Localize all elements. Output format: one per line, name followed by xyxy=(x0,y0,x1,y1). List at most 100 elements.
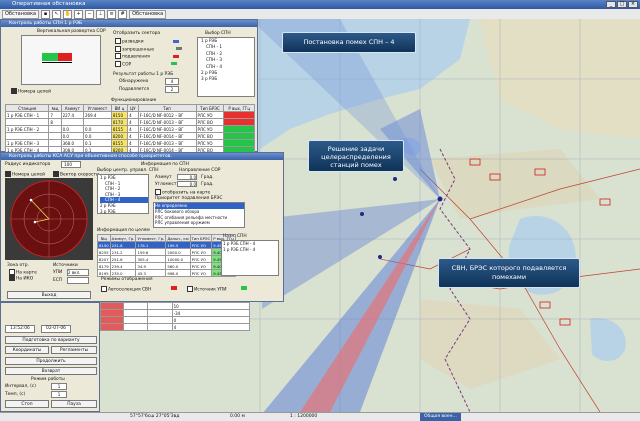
sor-diagram xyxy=(21,35,101,85)
table-row: 8150 251.8 178.1 199.5 РЛС УО 9.45 xyxy=(97,241,236,249)
radar-indicator[interactable] xyxy=(5,178,93,260)
mode-label: Режим работы xyxy=(31,377,65,382)
func-label: Функционирование xyxy=(111,98,157,103)
spn-select-title: Выбор СПН xyxy=(205,31,231,36)
upi-label: УПИ xyxy=(53,270,63,275)
legend-item: запрещенные xyxy=(122,47,155,52)
assign-list[interactable]: 1 р РЭБ СПН - 4 1 р РЭБ СПН - 4 xyxy=(221,240,279,276)
table-row: 4 xyxy=(100,323,251,331)
ruler-icon[interactable]: ⊥ xyxy=(96,9,106,19)
brs-priority-list[interactable]: Не определено РЛС бокового обзора РЛС ог… xyxy=(153,202,245,228)
elevation-label: Угломест xyxy=(155,182,177,187)
pointer-icon[interactable]: ↖ xyxy=(52,9,62,19)
panel-title: Контроль работы КСА АСУ при объективном … xyxy=(1,153,283,160)
spn-tree[interactable]: 1 р РЭБ СПН - 1 СПН - 2 СПН - 3 СПН - 4 … xyxy=(197,37,255,97)
spn-control-panel: Контроль работы СПН 1 р РЭБ Вертикальная… xyxy=(0,19,258,154)
ksa-control-panel: Контроль работы КСА АСУ при объективном … xyxy=(0,152,284,302)
auto-selection-checkbox[interactable]: Автоселекция СВН xyxy=(101,286,151,293)
hand-icon[interactable]: ✋ xyxy=(63,9,73,19)
source-upi-indicator xyxy=(241,286,247,290)
tempo-value[interactable]: 1 xyxy=(51,391,67,398)
iko-checkbox[interactable]: На ИКО xyxy=(9,275,33,282)
menu-obstanovka[interactable]: Обстановка xyxy=(2,9,40,19)
esp-value xyxy=(67,277,89,284)
radar-radius-select[interactable]: 100 xyxy=(61,161,81,168)
esp-label: ЕСП xyxy=(53,278,63,283)
list-item[interactable]: 1 р РЭБ СПН - 4 xyxy=(223,247,278,253)
coords-button[interactable]: Координаты xyxy=(5,346,49,354)
zone-label: Зона отр. xyxy=(7,263,29,268)
panel-title: Контроль работы СПН 1 р РЭБ xyxy=(1,20,257,27)
suppressed-value: 2 xyxy=(165,86,179,93)
result-title: Результат работы 1 р РЭБ xyxy=(113,72,174,77)
table-row: 10 xyxy=(100,302,251,310)
tree-node[interactable]: 3 р РЭБ xyxy=(100,209,148,215)
close-button[interactable]: × xyxy=(628,1,638,8)
zoom-out-icon[interactable]: − xyxy=(85,9,95,19)
table-row: 1 р РЭБ СПН - 2 0.0 0.0 8155 4 F-16C/D NF-001… xyxy=(4,125,255,133)
table-row: 8 8170 4 F-16C/D NF-0013 – ВГ РЛС ВО xyxy=(4,118,255,126)
callout-allocation-text: Решение задачи целераспределения станций… xyxy=(321,145,391,169)
minimize-button[interactable]: _ xyxy=(606,1,616,8)
return-button[interactable]: Возврат xyxy=(5,367,97,375)
window-title: Оперативная обстановка xyxy=(12,1,86,7)
azimuth-label: Азимут xyxy=(155,175,172,180)
legend-title: Отобразить сектора xyxy=(113,31,161,36)
azimuth-value: 0.0 xyxy=(177,174,197,180)
callout-target: СВН, БРЭС которого подавляется помехами xyxy=(438,258,580,288)
legend-item: СОР xyxy=(122,62,132,67)
save-icon[interactable]: ▪ xyxy=(41,9,51,19)
upi-value: 2 вкл. xyxy=(67,269,89,276)
callout-allocation: Решение задачи целераспределения станций… xyxy=(308,140,404,172)
table-row: 0 xyxy=(100,316,251,324)
targets-checkbox[interactable]: Номера целей xyxy=(5,171,45,178)
radar-radius-label: Радиус индикатора xyxy=(5,162,51,167)
elevation-value: 0.0 xyxy=(177,181,197,187)
stop-button[interactable]: Стоп xyxy=(5,400,49,408)
regl-button[interactable]: Регламенты xyxy=(51,346,97,354)
detected-label: Обнаружено xyxy=(119,79,149,84)
table-row: 8195 235.0 45.3 998.0 РЛС УО 9.45 xyxy=(97,269,236,277)
exit-button[interactable]: Выход xyxy=(7,291,91,299)
aircraft-marker xyxy=(360,212,364,216)
elevation-unit: Град. xyxy=(201,182,214,187)
spn-tree[interactable]: 1 р РЭБ СПН - 1 СПН - 2 СПН - 3 СПН - 4 … xyxy=(97,174,149,214)
mode-label: Режимы отображения xyxy=(101,277,153,282)
diagram-label: Вертикальная развертка СОР xyxy=(37,29,106,34)
table-row: 8179 239.4 34.9 560.0 РЛС УО 9.40 xyxy=(97,262,236,270)
layers-icon[interactable]: ≡ xyxy=(107,9,117,19)
target-info-label: Информация по целям xyxy=(97,228,150,233)
brs-priority-label: Приоритет подавления БРЭС xyxy=(155,196,223,201)
event-table: 10 -34 0 4 xyxy=(100,302,251,331)
callout-target-text: СВН, БРЭС которого подавляется помехами xyxy=(451,264,567,281)
table-row: -34 xyxy=(100,309,251,317)
source-upi-checkbox[interactable]: Источник УПИ xyxy=(187,286,227,293)
window-titlebar: Оперативная обстановка _ □ × xyxy=(0,0,640,9)
table-row: 0.0 0.0 8200 4 F-16C/D NF-0014 – ВГ РЛС ВО xyxy=(4,132,255,140)
table-row: 1 р РЭБ СПН - 3 368.0 0.1 8155 4 F-16C/D NF-0… xyxy=(4,139,255,147)
pause-button[interactable]: Пауза xyxy=(51,400,97,408)
list-item[interactable]: РЛС управления оружием xyxy=(155,220,244,226)
aircraft-marker xyxy=(393,177,397,181)
spn-table: Станция №ц Азимут Угломест ВИ ц ЦУ Тип Тип БР… xyxy=(4,104,255,154)
interval-value[interactable]: 1 xyxy=(51,383,67,390)
targets-checkbox[interactable]: Номера целей xyxy=(11,88,51,95)
zoom-in-icon[interactable]: + xyxy=(74,9,84,19)
sim-control-panel: 13:52:06 02-07-06 Подготовка по варианту… xyxy=(0,302,100,412)
speed-vector-checkbox[interactable]: Вектор скорости xyxy=(53,171,99,178)
view-combo[interactable]: Обстановка xyxy=(129,9,167,19)
continue-button[interactable]: Продолжить xyxy=(5,357,97,365)
grid-icon[interactable]: # xyxy=(118,9,128,19)
jammer-position xyxy=(437,196,443,202)
maximize-button[interactable]: □ xyxy=(617,1,627,8)
table-row: 8207 251.6 305.4 10000.0 РЛС УО 9.45 xyxy=(97,255,236,263)
show-map-checkbox[interactable]: отобразить на карте xyxy=(155,189,210,196)
clock-time: 13:52:06 xyxy=(5,325,35,333)
detected-value: 4 xyxy=(165,78,179,85)
interval-label: Интервал, (с) xyxy=(5,384,36,389)
tree-node[interactable]: 3 р РЭБ xyxy=(201,76,254,82)
suppressed-label: Подавляется xyxy=(119,87,150,92)
prep-variant-button[interactable]: Подготовка по варианту xyxy=(5,336,97,344)
callout-jamming-text: Постановка помех СПН – 4 xyxy=(303,38,395,46)
assign-title: Назн. СПН xyxy=(223,234,247,239)
